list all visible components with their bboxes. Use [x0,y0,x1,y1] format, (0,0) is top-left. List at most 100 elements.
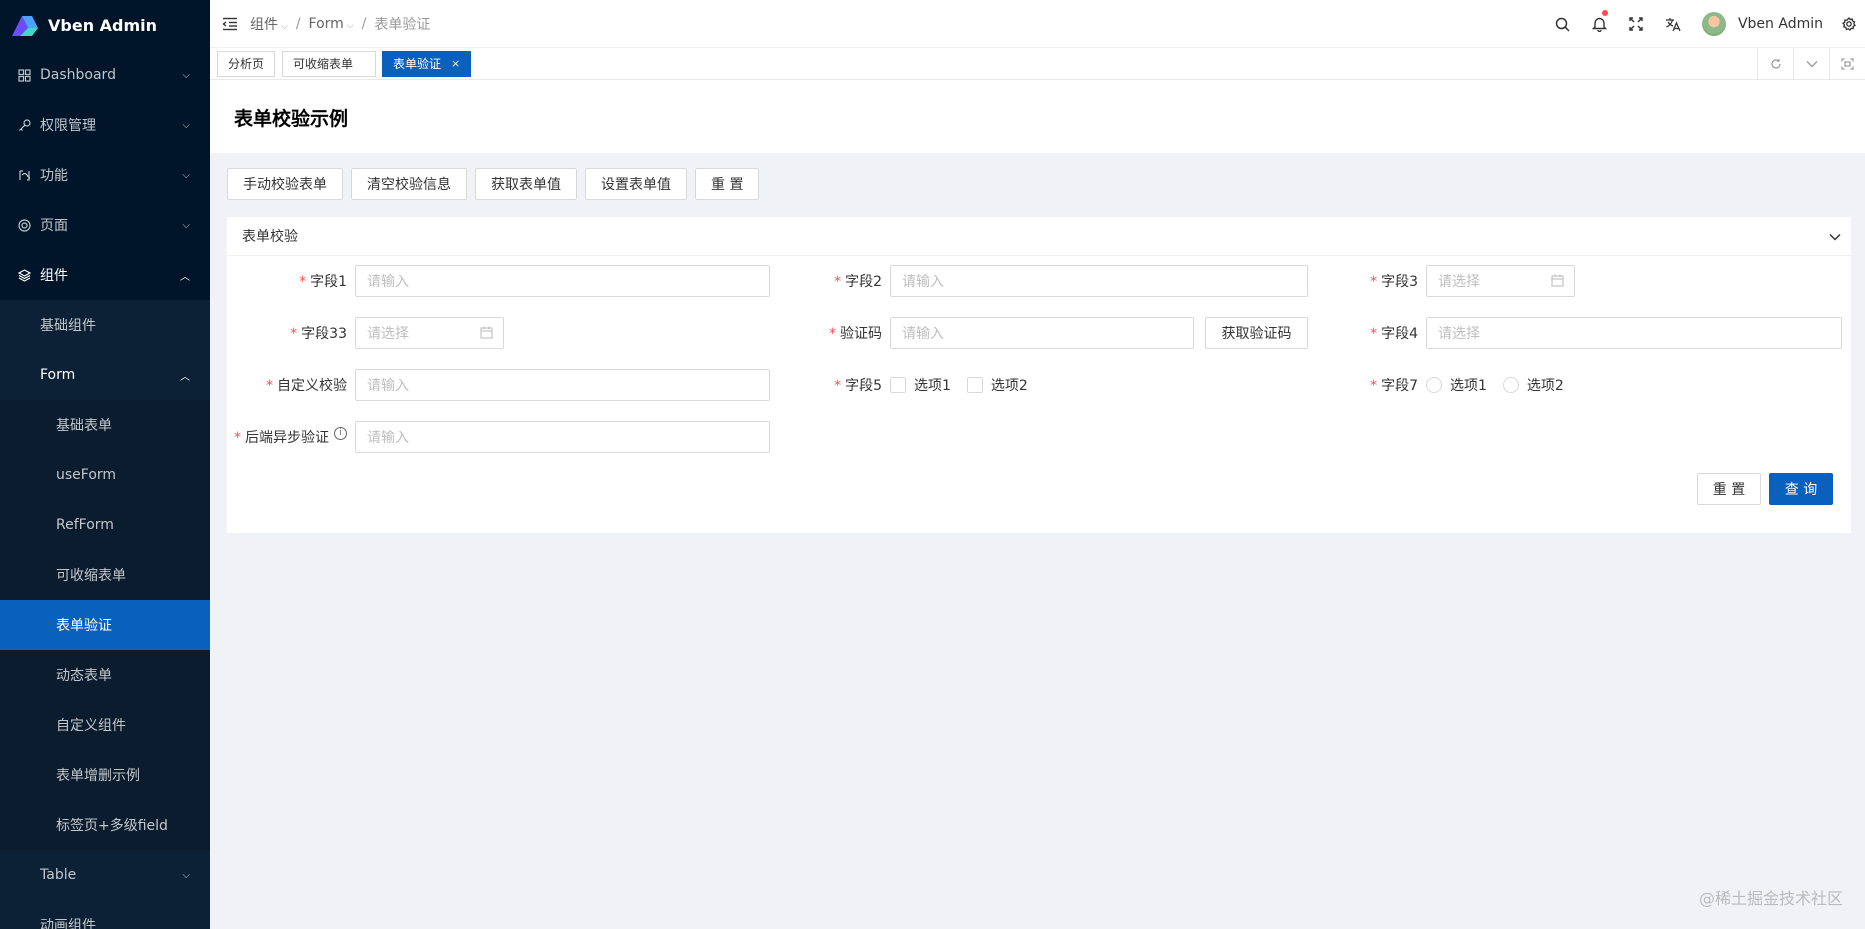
sidebar-item-basic-form[interactable]: 基础表单 [0,400,210,450]
field33-row: * 字段33 请选择 [227,317,504,349]
chevron-down-icon: ⌵ [182,869,190,881]
refresh-icon[interactable] [1757,48,1793,80]
sidebar-item-label: 功能 [40,168,68,184]
sidebar-item-collapsible-form[interactable]: 可收缩表单 [0,550,210,600]
field5-option-1[interactable]: 选项1 [890,375,951,395]
async-row: * 后端异步验证 i 请输入 [227,421,770,453]
sidebar-item-permission[interactable]: 权限管理 ⌵ [0,100,210,150]
field33-datepicker[interactable]: 请选择 [355,317,504,349]
captcha-label: * 验证码 [829,326,882,342]
tab-collapsible-form[interactable]: 可收缩表单 [282,50,377,77]
field2-input[interactable]: 请输入 [890,265,1308,297]
page-icon [16,217,32,233]
toolbar-reset-button[interactable]: 重 置 [695,168,760,200]
manual-validate-button[interactable]: 手动校验表单 [227,168,343,200]
get-captcha-button[interactable]: 获取验证码 [1205,317,1308,349]
key-icon [16,117,32,133]
bell-icon[interactable] [1581,0,1618,48]
field7-option-1[interactable]: 选项1 [1426,375,1487,395]
field3-datepicker[interactable]: 请选择 [1426,265,1575,297]
field5-option-2[interactable]: 选项2 [966,375,1028,395]
captcha-row: * 验证码 请输入 获取验证码 [762,317,1308,349]
user-dropdown[interactable]: Vben Admin [1692,0,1833,48]
required-mark: * [834,274,842,290]
sidebar-item-basic-components[interactable]: 基础组件 [0,300,210,350]
field1-input[interactable]: 请输入 [355,265,770,297]
field7-option-2[interactable]: 选项2 [1502,375,1564,395]
sidebar-item-tabs-multifield[interactable]: 标签页+多级field [0,800,210,850]
checkbox[interactable] [890,377,906,393]
search-icon[interactable] [1544,0,1581,48]
checkbox[interactable] [966,377,983,393]
radio[interactable] [1502,377,1519,393]
sidebar-item-function[interactable]: 功能 ⌵ [0,150,210,200]
close-icon[interactable]: × [451,57,460,70]
breadcrumb-separator: / [361,15,367,32]
sidebar-item-label: 自定义组件 [56,718,126,734]
custom-row: * 自定义校验 请输入 [227,369,770,401]
card-title: 表单校验 [242,229,298,245]
chevron-down-icon[interactable] [1829,229,1841,245]
async-label: * 后端异步验证 i [227,427,355,447]
field5-label: * 字段5 [834,378,882,394]
required-mark: * [290,326,298,342]
settings-icon[interactable] [1833,0,1865,48]
info-icon[interactable]: i [334,427,347,440]
sidebar-item-label: 权限管理 [40,118,96,134]
function-icon [16,167,32,183]
breadcrumb-item-components[interactable]: 组件 ⌵ [250,14,288,34]
sidebar-item-table[interactable]: Table ⌵ [0,850,210,900]
top-header: 组件 ⌵ / Form ⌵ / 表单验证 Vben Admin [210,0,1865,48]
logo[interactable]: Vben Admin [0,0,210,50]
sidebar-item-components[interactable]: 组件 ︿ [0,250,210,300]
form-submit-button[interactable]: 查 询 [1769,473,1833,505]
sidebar-item-label: 基础表单 [56,418,112,434]
fullscreen-icon[interactable] [1618,0,1655,48]
set-values-button[interactable]: 设置表单值 [585,168,687,200]
sidebar-item-animation[interactable]: 动画组件 [0,900,210,929]
avatar [1701,12,1726,36]
required-mark: * [1370,274,1378,290]
sidebar-item-refform[interactable]: RefForm [0,500,210,550]
sidebar-item-label: Form [40,367,76,383]
form-reset-button[interactable]: 重 置 [1697,473,1761,505]
field4-select[interactable]: 请选择 [1426,317,1842,349]
tab-bar: 分析页 可收缩表单 表单验证 × [210,48,1865,80]
sidebar-item-form-crud[interactable]: 表单增删示例 [0,750,210,800]
radio[interactable] [1426,377,1442,393]
sidebar-item-form-validation[interactable]: 表单验证 [0,600,210,650]
required-mark: * [234,430,241,446]
sidebar-item-label: 可收缩表单 [56,568,126,584]
breadcrumb-item-form[interactable]: Form ⌵ [309,16,354,32]
sidebar-item-label: 表单验证 [56,618,112,634]
menu-fold-icon[interactable] [210,0,250,48]
async-input[interactable]: 请输入 [355,421,770,453]
captcha-input[interactable]: 请输入 [890,317,1194,349]
sidebar-item-dashboard[interactable]: Dashboard ⌵ [0,50,210,100]
chevron-down-icon: ⌵ [182,219,190,231]
custom-input[interactable]: 请输入 [355,369,770,401]
form-card: 表单校验 * 字段1 请输入 * 字段2 请输入 * 字段3 请选择 * 字段33 请选… [227,217,1851,533]
sidebar-item-form[interactable]: Form ︿ [0,350,210,400]
tab-actions [1757,48,1865,80]
chevron-down-icon: ⌵ [182,119,190,131]
tab-form-validation[interactable]: 表单验证 × [382,50,472,77]
sidebar-item-page[interactable]: 页面 ⌵ [0,200,210,250]
translate-icon[interactable] [1655,0,1692,48]
sidebar-item-custom-component[interactable]: 自定义组件 [0,700,210,750]
field1-label: * 字段1 [299,274,347,290]
custom-label: * 自定义校验 [266,378,347,394]
sidebar-item-useform[interactable]: useForm [0,450,210,500]
chevron-down-icon[interactable] [1793,48,1829,80]
dashboard-icon [16,67,32,83]
expand-icon[interactable] [1829,48,1865,80]
form-submenu: 基础表单 useForm RefForm 可收缩表单 表单验证 动态表单 自定义… [0,400,210,850]
sidebar-item-dynamic-form[interactable]: 动态表单 [0,650,210,700]
get-values-button[interactable]: 获取表单值 [475,168,577,200]
chevron-down-icon: ⌵ [281,21,288,32]
clear-validation-button[interactable]: 清空校验信息 [351,168,467,200]
chevron-down-icon: ⌵ [182,169,190,181]
sidebar-item-label: 动画组件 [40,918,96,929]
card-header[interactable]: 表单校验 [227,217,1851,256]
tab-analysis[interactable]: 分析页 [217,50,276,77]
